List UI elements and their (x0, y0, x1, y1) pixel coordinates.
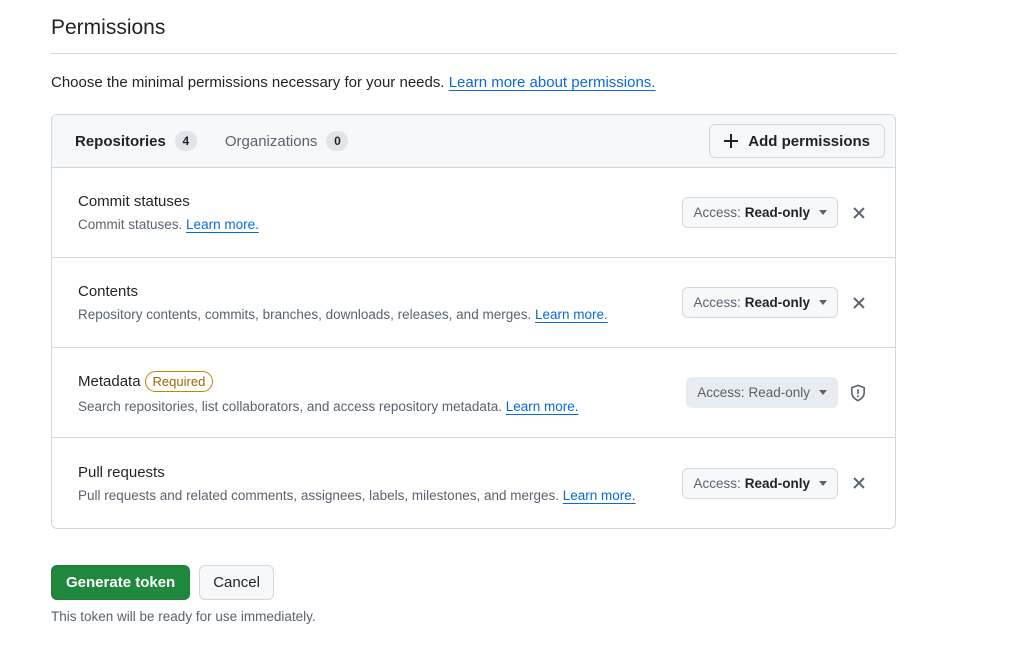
access-dropdown[interactable]: Access: Read-only (682, 197, 838, 228)
permission-text: Commit statuses Commit statuses. Learn m… (78, 193, 682, 232)
learn-more-link[interactable]: Learn more. (563, 488, 636, 503)
permission-description: Repository contents, commits, branches, … (78, 307, 682, 322)
intro-label: Choose the minimal permissions necessary… (51, 74, 445, 91)
access-key: Access: (697, 385, 745, 400)
permission-description-text: Search repositories, list collaborators,… (78, 399, 502, 414)
permission-description-text: Commit statuses. (78, 217, 183, 232)
permission-text: Metadata Required Search repositories, l… (78, 371, 686, 414)
close-icon[interactable] (851, 205, 867, 221)
close-icon[interactable] (851, 295, 867, 311)
permission-title-label: Metadata (78, 373, 141, 390)
permission-text: Contents Repository contents, commits, b… (78, 283, 682, 322)
shield-icon (851, 384, 865, 401)
chevron-down-icon (819, 210, 827, 215)
tab-label: Repositories (75, 132, 166, 150)
permission-description: Commit statuses. Learn more. (78, 217, 682, 232)
access-dropdown-disabled: Access: Read-only (686, 377, 838, 408)
permission-title-label: Commit statuses (78, 193, 190, 210)
chevron-down-icon (819, 300, 827, 305)
tab-label: Organizations (224, 132, 318, 150)
permission-description-text: Repository contents, commits, branches, … (78, 307, 532, 322)
panel-header: Repositories 4 Organizations 0 Add permi… (52, 115, 895, 168)
permission-text: Pull requests Pull requests and related … (78, 464, 682, 503)
learn-more-permissions-link[interactable]: Learn more about permissions. (449, 74, 656, 91)
permission-title: Metadata Required (78, 371, 686, 392)
access-key: Access: (693, 205, 741, 220)
access-key: Access: (693, 475, 741, 491)
access-dropdown[interactable]: Access: Read-only (682, 287, 838, 318)
learn-more-link[interactable]: Learn more. (535, 307, 608, 322)
learn-more-link[interactable]: Learn more. (186, 217, 259, 232)
permission-row-contents: Contents Repository contents, commits, b… (52, 258, 895, 348)
intro-text: Choose the minimal permissions necessary… (51, 74, 897, 96)
permission-title: Contents (78, 283, 682, 300)
access-dropdown[interactable]: Access: Read-only (682, 467, 838, 499)
access-value: Read-only (744, 475, 810, 491)
learn-more-link[interactable]: Learn more. (506, 399, 579, 414)
token-ready-note: This token will be ready for use immedia… (51, 609, 316, 624)
access-value: Read-only (748, 385, 810, 400)
permission-title: Commit statuses (78, 193, 682, 210)
access-value: Read-only (744, 295, 810, 310)
add-permissions-button[interactable]: Add permissions (709, 124, 885, 158)
section-title: Permissions (51, 0, 897, 54)
tab-counter: 4 (174, 131, 197, 151)
tab-organizations[interactable]: Organizations 0 (225, 131, 349, 151)
permission-row-metadata: Metadata Required Search repositories, l… (52, 348, 895, 438)
permission-row-commit-statuses: Commit statuses Commit statuses. Learn m… (52, 168, 895, 258)
chevron-down-icon (819, 390, 827, 395)
permission-row-pull-requests: Pull requests Pull requests and related … (52, 438, 895, 528)
permission-description: Pull requests and related comments, assi… (78, 488, 682, 503)
permission-description-text: Pull requests and related comments, assi… (78, 487, 559, 503)
permissions-section: Permissions Choose the minimal permissio… (51, 0, 897, 624)
tab-counter: 0 (326, 131, 349, 151)
chevron-down-icon (819, 480, 827, 486)
generate-token-button[interactable]: Generate token (51, 565, 191, 600)
add-permissions-label: Add permissions (748, 132, 870, 150)
plus-icon (724, 134, 739, 148)
tab-repositories[interactable]: Repositories 4 (75, 131, 197, 151)
permission-description: Search repositories, list collaborators,… (78, 399, 686, 414)
access-key: Access: (693, 295, 741, 310)
cancel-button[interactable]: Cancel (199, 565, 274, 600)
form-actions: Generate token Cancel (51, 565, 897, 600)
permission-title-label: Contents (78, 283, 139, 300)
permission-title: Pull requests (78, 464, 682, 481)
permissions-panel: Repositories 4 Organizations 0 Add permi… (51, 114, 896, 529)
permission-title-label: Pull requests (78, 463, 165, 481)
required-badge: Required (144, 371, 214, 392)
access-value: Read-only (744, 205, 810, 220)
close-icon[interactable] (851, 475, 867, 491)
